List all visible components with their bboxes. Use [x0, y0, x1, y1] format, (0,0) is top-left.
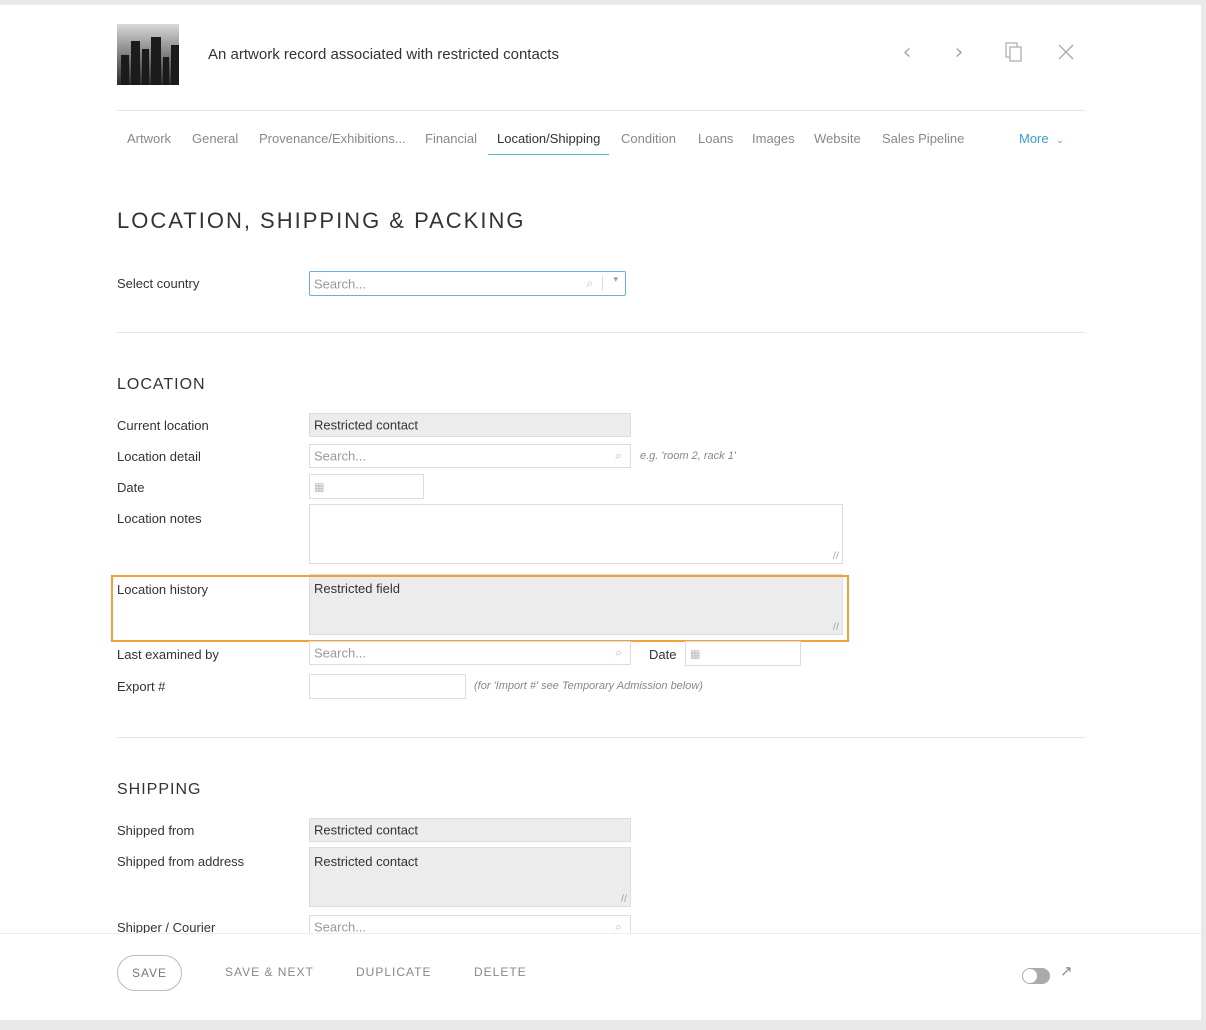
calendar-icon[interactable]: ▦ [314, 480, 324, 493]
tab-more[interactable]: More ⌄ [1019, 131, 1064, 154]
record-tabs: Artwork General Provenance/Exhibitions..… [117, 123, 1085, 161]
location-detail-hint: e.g. 'room 2, rack 1' [640, 450, 736, 462]
record-panel: An artwork record associated with restri… [0, 5, 1201, 1020]
chevron-down-icon[interactable]: ▾ [613, 275, 618, 285]
location-detail-label: Location detail [117, 449, 201, 464]
tab-artwork[interactable]: Artwork [127, 131, 171, 154]
examined-date-input[interactable]: ▦ [685, 641, 801, 666]
location-date-input[interactable]: ▦ [309, 474, 424, 499]
search-icon: ⌕ [586, 276, 593, 290]
tab-provenance-exhibitions[interactable]: Provenance/Exhibitions... [259, 131, 406, 154]
last-examined-by-label: Last examined by [117, 647, 219, 662]
chevron-down-icon: ⌄ [1056, 136, 1064, 146]
date-label: Date [117, 480, 145, 495]
shipped-from-field: Restricted contact [309, 818, 631, 842]
divider [117, 737, 1085, 738]
tab-loans[interactable]: Loans [698, 131, 733, 154]
location-detail-input[interactable]: Search... ⌕ [309, 444, 631, 468]
more-label: More [1019, 131, 1049, 146]
country-placeholder: Search... [314, 276, 367, 291]
tab-images[interactable]: Images [752, 131, 795, 154]
location-notes-label: Location notes [117, 511, 202, 526]
location-heading: LOCATION [117, 376, 206, 393]
last-examined-by-placeholder: Search... [314, 645, 367, 661]
tab-sales-pipeline[interactable]: Sales Pipeline [882, 131, 964, 154]
external-link-icon[interactable]: ↗ [1060, 962, 1073, 980]
tab-website[interactable]: Website [814, 131, 861, 154]
shipped-from-address-textarea: Restricted contact ∕∕ [309, 847, 631, 907]
shipping-heading: SHIPPING [117, 781, 202, 798]
action-footer: SAVE SAVE & NEXT DUPLICATE DELETE ↗ [0, 933, 1201, 1020]
chevron-right-icon[interactable]: › [947, 41, 971, 65]
location-detail-placeholder: Search... [314, 448, 367, 464]
tab-financial[interactable]: Financial [425, 131, 477, 154]
record-title: An artwork record associated with restri… [208, 46, 559, 63]
tab-condition[interactable]: Condition [621, 131, 676, 154]
examined-date-label: Date [649, 647, 677, 662]
chevron-left-icon[interactable]: ‹ [895, 41, 919, 65]
dropdown-divider [602, 276, 603, 291]
tab-general[interactable]: General [192, 131, 238, 154]
page-title: LOCATION, SHIPPING & PACKING [117, 208, 526, 233]
location-notes-textarea[interactable]: ∕∕ [309, 504, 843, 564]
current-location-field: Restricted contact [309, 413, 631, 437]
export-hint: (for 'Import #' see Temporary Admission … [474, 680, 703, 692]
divider [117, 332, 1085, 333]
search-icon: ⌕ [615, 645, 622, 660]
shipped-from-address-value: Restricted contact [314, 854, 419, 869]
select-country-label: Select country [117, 276, 200, 291]
export-label: Export # [117, 679, 166, 694]
resize-handle-icon[interactable]: ∕∕ [833, 551, 839, 561]
shipped-from-address-label: Shipped from address [117, 854, 245, 869]
toggle-switch[interactable] [1022, 968, 1050, 984]
search-icon: ⌕ [615, 448, 622, 463]
country-search-input[interactable]: Search... ⌕ ▾ [309, 271, 626, 296]
export-input[interactable] [309, 674, 466, 699]
delete-button[interactable]: DELETE [474, 965, 527, 979]
location-history-highlight [111, 575, 849, 642]
duplicate-button[interactable]: DUPLICATE [356, 965, 431, 979]
close-icon[interactable] [1054, 41, 1078, 65]
save-button[interactable]: SAVE [117, 955, 182, 991]
record-header: An artwork record associated with restri… [117, 23, 1085, 111]
save-next-button[interactable]: SAVE & NEXT [225, 965, 314, 979]
duplicate-icon[interactable] [1002, 41, 1026, 65]
calendar-icon[interactable]: ▦ [690, 647, 700, 660]
current-location-label: Current location [117, 418, 209, 433]
resize-handle-icon[interactable]: ∕∕ [621, 894, 627, 904]
current-location-value: Restricted contact [314, 417, 419, 433]
shipped-from-label: Shipped from [117, 823, 195, 838]
artwork-thumbnail[interactable] [117, 24, 179, 85]
last-examined-by-input[interactable]: Search... ⌕ [309, 641, 631, 665]
tab-location-shipping[interactable]: Location/Shipping [488, 131, 610, 155]
shipped-from-value: Restricted contact [314, 822, 419, 838]
